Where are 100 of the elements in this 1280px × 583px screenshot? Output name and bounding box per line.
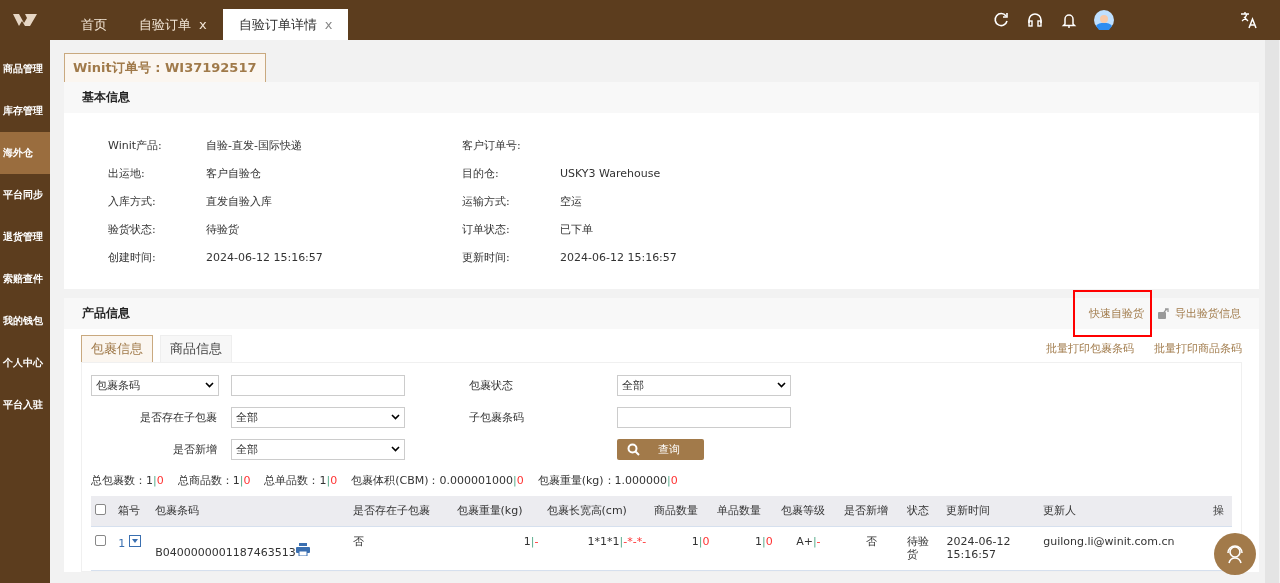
field-value: 直发自验入库 bbox=[206, 193, 273, 210]
column-header: 箱号 bbox=[114, 496, 152, 526]
table-cell: A+|- bbox=[796, 534, 821, 548]
dropdown[interactable]: 全部 bbox=[231, 438, 405, 460]
sidebar-item[interactable]: 索赔查件 bbox=[0, 258, 50, 300]
sidebar-item[interactable]: 海外仓 bbox=[0, 132, 50, 174]
headset-icon bbox=[1224, 543, 1246, 565]
field-value: 待验货 bbox=[206, 221, 240, 238]
filter-label: 包裹状态 bbox=[469, 377, 514, 393]
summary-stat: 总单品数：1|0 bbox=[264, 473, 338, 488]
row-checkbox[interactable] bbox=[95, 534, 106, 546]
printer-icon[interactable] bbox=[295, 542, 310, 556]
section-title: 基本信息 bbox=[82, 89, 130, 106]
filter-label: 是否存在子包裹 bbox=[139, 409, 218, 425]
refresh-icon[interactable] bbox=[992, 11, 1010, 29]
scrollbar[interactable] bbox=[1265, 40, 1279, 583]
chevron-icon bbox=[391, 446, 400, 452]
chevron-icon bbox=[777, 382, 786, 388]
order-number-tab[interactable]: Winit订单号 : WI37192517 bbox=[64, 53, 266, 82]
export-icon bbox=[1158, 308, 1169, 319]
chevron-icon bbox=[205, 382, 214, 388]
table-cell: B0400000001187463513 bbox=[155, 545, 296, 559]
field-label: 入库方式: bbox=[108, 193, 157, 210]
summary-stat: 总商品数：1|0 bbox=[177, 473, 251, 488]
field-label: 创建时间: bbox=[108, 249, 157, 266]
bell-icon[interactable] bbox=[1060, 11, 1078, 29]
field-label: 目的仓: bbox=[462, 165, 500, 182]
avatar[interactable] bbox=[1094, 10, 1114, 30]
column-header: 更新时间 bbox=[942, 496, 1040, 526]
dropdown[interactable]: 包裹条码 bbox=[91, 374, 219, 396]
field-label: 验货状态: bbox=[108, 221, 157, 238]
table-cell: 1|0 bbox=[755, 534, 773, 548]
sidebar-item[interactable]: 商品管理 bbox=[0, 48, 50, 90]
field-label: 订单状态: bbox=[462, 221, 511, 238]
column-header: 单品数量 bbox=[713, 496, 777, 526]
field-label: 更新时间: bbox=[462, 249, 511, 266]
section-title: 产品信息 bbox=[82, 305, 130, 322]
column-header: 包裹条码 bbox=[151, 496, 350, 526]
field-value: 2024-06-12 15:16:57 bbox=[206, 249, 324, 266]
top-tab[interactable]: 首页 bbox=[65, 9, 123, 40]
sidebar-item[interactable]: 我的钱包 bbox=[0, 300, 50, 342]
column-header: 商品数量 bbox=[650, 496, 714, 526]
top-tab[interactable]: 自验订单 x bbox=[123, 9, 223, 40]
summary-stat: 包裹体积(CBM)：0.000001000|0 bbox=[351, 473, 524, 488]
field-value: 已下单 bbox=[560, 221, 594, 238]
query-button[interactable]: 查询 bbox=[617, 438, 704, 460]
sidebar-item[interactable]: 平台同步 bbox=[0, 174, 50, 216]
table-cell: guilong.li@winit.com.cn bbox=[1043, 534, 1175, 548]
translate-icon[interactable] bbox=[1240, 11, 1258, 29]
summary-stat: 包裹重量(kg)：1.000000|0 bbox=[537, 473, 678, 488]
headset-icon[interactable] bbox=[1026, 11, 1044, 29]
dropdown[interactable]: 全部 bbox=[617, 374, 791, 396]
select-all-checkbox[interactable] bbox=[95, 503, 106, 515]
column-header: 更新人 bbox=[1039, 496, 1209, 526]
print-link[interactable]: 批量打印包裹条码 bbox=[1046, 341, 1134, 356]
table-cell: 1|- bbox=[523, 534, 539, 548]
column-header: 操 bbox=[1208, 496, 1232, 526]
column-header: 包裹重量(kg) bbox=[452, 496, 543, 526]
close-icon[interactable]: x bbox=[324, 17, 333, 32]
filter-label: 是否新增 bbox=[172, 441, 218, 457]
expand-icon[interactable] bbox=[128, 534, 141, 547]
field-value: 2024-06-12 15:16:57 bbox=[560, 249, 678, 266]
column-header: 是否存在子包裹 bbox=[349, 496, 453, 526]
field-label: Winit产品: bbox=[108, 137, 163, 154]
sidebar-item[interactable]: 平台入驻 bbox=[0, 384, 50, 426]
column-header: 包裹等级 bbox=[776, 496, 840, 526]
table-cell-text: 2024-06-12 15:16:57 bbox=[946, 534, 1012, 562]
column-header: 包裹长宽高(cm) bbox=[542, 496, 651, 526]
top-tab[interactable]: 自验订单详情 x bbox=[222, 9, 349, 40]
logo-icon bbox=[13, 14, 37, 26]
summary-stat: 总包裹数：1|0 bbox=[91, 473, 164, 488]
field-label: 运输方式: bbox=[462, 193, 511, 210]
table-cell: 否 bbox=[866, 534, 878, 548]
chevron-icon bbox=[391, 414, 400, 420]
action-link[interactable]: 导出验货信息 bbox=[1175, 306, 1241, 321]
sub-tab[interactable]: 包裹信息 bbox=[81, 335, 153, 362]
sub-barcode-input[interactable] bbox=[617, 406, 791, 428]
column-header: 状态 bbox=[903, 496, 943, 526]
sidebar-item[interactable]: 库存管理 bbox=[0, 90, 50, 132]
column-header: 是否新增 bbox=[840, 496, 904, 526]
field-label: 出运地: bbox=[108, 165, 146, 182]
table-cell: 否 bbox=[353, 534, 365, 548]
search-input[interactable] bbox=[231, 374, 405, 396]
table-cell-text: 待验货 bbox=[907, 534, 931, 562]
field-label: 客户订单号: bbox=[462, 137, 522, 154]
filter-label: 子包裹条码 bbox=[469, 409, 525, 425]
field-value: 自验-直发-国际快递 bbox=[206, 137, 303, 154]
box-number: 1 bbox=[118, 536, 127, 550]
field-value: 客户自验仓 bbox=[206, 165, 262, 182]
field-value: USKY3 Warehouse bbox=[560, 165, 662, 182]
table-cell: 1|0 bbox=[691, 534, 710, 548]
close-icon[interactable]: x bbox=[199, 17, 207, 32]
sidebar-item[interactable]: 退货管理 bbox=[0, 216, 50, 258]
field-value: 空运 bbox=[560, 193, 583, 210]
sub-tab[interactable]: 商品信息 bbox=[160, 335, 232, 362]
sidebar-item[interactable]: 个人中心 bbox=[0, 342, 50, 384]
print-link[interactable]: 批量打印商品条码 bbox=[1154, 341, 1242, 356]
action-link[interactable]: 快速自验货 bbox=[1073, 290, 1152, 337]
dropdown[interactable]: 全部 bbox=[231, 406, 405, 428]
table-cell: 1*1*1|-*-*- bbox=[587, 534, 647, 548]
